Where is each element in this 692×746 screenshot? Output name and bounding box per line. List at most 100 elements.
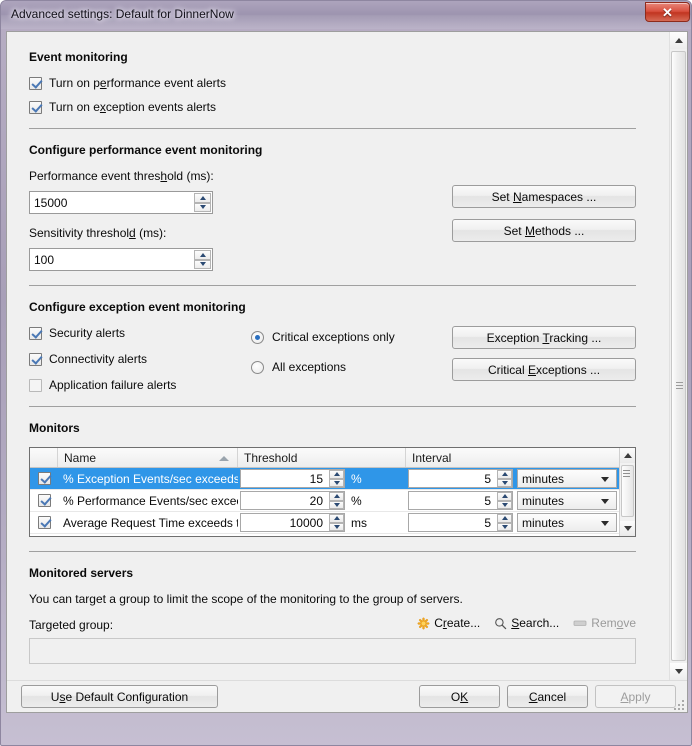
spinner-up-icon[interactable] bbox=[194, 250, 211, 260]
row-interval-cell[interactable]: minutes bbox=[406, 490, 620, 511]
row-threshold-spinner[interactable] bbox=[240, 513, 345, 532]
apply-button: Apply bbox=[595, 685, 676, 708]
column-header-name[interactable]: Name bbox=[58, 448, 238, 467]
scroll-down-button[interactable] bbox=[670, 663, 687, 680]
targeted-group-field[interactable] bbox=[29, 638, 636, 664]
spinner-down-icon[interactable] bbox=[497, 478, 512, 487]
spinner-down-icon[interactable] bbox=[497, 522, 512, 531]
spinner-down-icon[interactable] bbox=[329, 500, 344, 509]
cancel-button[interactable]: Cancel bbox=[507, 685, 588, 708]
row-threshold-value[interactable] bbox=[241, 471, 325, 486]
spinner-performance-threshold[interactable] bbox=[194, 193, 211, 212]
row-interval-unit-dropdown[interactable]: minutes bbox=[517, 491, 617, 510]
scroll-thumb[interactable] bbox=[671, 51, 686, 661]
spinner-up-icon[interactable] bbox=[329, 470, 344, 479]
row-interval-unit-dropdown[interactable]: minutes bbox=[517, 469, 617, 488]
spinner-down-icon[interactable] bbox=[194, 259, 211, 269]
ok-button[interactable]: OK bbox=[419, 685, 500, 708]
row-interval-value[interactable] bbox=[409, 493, 493, 508]
checkbox-connectivity-alerts[interactable] bbox=[29, 352, 42, 366]
row-checkbox[interactable] bbox=[37, 472, 51, 485]
spinner-down-icon[interactable] bbox=[329, 522, 344, 531]
checkbox-security-alerts[interactable] bbox=[29, 326, 42, 340]
use-default-configuration-label: Use Default Configuration bbox=[50, 689, 189, 704]
grid-scroll-down-button[interactable] bbox=[620, 521, 635, 536]
column-header-select[interactable] bbox=[30, 448, 58, 467]
resize-grip-icon[interactable] bbox=[672, 698, 684, 710]
grid-scroll-up-button[interactable] bbox=[620, 448, 635, 463]
spinner-sensitivity-threshold[interactable] bbox=[194, 250, 211, 269]
row-threshold-spin-buttons[interactable] bbox=[329, 470, 344, 487]
checkbox-row-performance-alerts[interactable]: Turn on performance event alerts bbox=[29, 76, 636, 90]
row-threshold-cell[interactable]: % bbox=[238, 468, 406, 489]
spinner-up-icon[interactable] bbox=[329, 492, 344, 501]
critical-exceptions-button[interactable]: Critical Exceptions ... bbox=[452, 358, 636, 381]
performance-threshold-value[interactable] bbox=[30, 193, 190, 212]
search-group-link[interactable]: Search... bbox=[494, 616, 559, 630]
input-sensitivity-threshold[interactable] bbox=[29, 248, 213, 271]
radio-row-all-exceptions[interactable]: All exceptions bbox=[251, 360, 346, 374]
spinner-down-icon[interactable] bbox=[194, 202, 211, 212]
row-threshold-spin-buttons[interactable] bbox=[329, 492, 344, 509]
row-interval-cell[interactable]: minutes bbox=[406, 468, 620, 489]
checkbox-application-failure-alerts[interactable] bbox=[29, 378, 42, 392]
spinner-up-icon[interactable] bbox=[194, 193, 211, 203]
close-button[interactable]: ✕ bbox=[645, 2, 690, 22]
row-threshold-cell[interactable]: ms bbox=[238, 512, 406, 533]
title-bar[interactable]: Advanced settings: Default for DinnerNow… bbox=[1, 1, 691, 29]
spinner-up-icon[interactable] bbox=[329, 514, 344, 523]
spinner-down-icon[interactable] bbox=[329, 478, 344, 487]
set-namespaces-button[interactable]: Set Namespaces ... bbox=[452, 185, 636, 208]
monitors-grid-scrollbar[interactable] bbox=[619, 448, 635, 536]
spinner-down-icon[interactable] bbox=[497, 500, 512, 509]
table-row[interactable]: % Exception Events/sec exceeds ... % bbox=[30, 468, 635, 490]
row-interval-spinner[interactable] bbox=[408, 513, 513, 532]
sensitivity-threshold-value[interactable] bbox=[30, 250, 190, 269]
row-interval-spinner[interactable] bbox=[408, 469, 513, 488]
row-select-cell[interactable] bbox=[30, 512, 58, 533]
exception-tracking-button[interactable]: Exception Tracking ... bbox=[452, 326, 636, 349]
column-header-interval[interactable]: Interval bbox=[406, 448, 620, 467]
dialog-scrollbar[interactable] bbox=[669, 32, 687, 680]
row-interval-spin-buttons[interactable] bbox=[497, 514, 512, 531]
radio-label-critical-exceptions-only: Critical exceptions only bbox=[272, 330, 395, 344]
checkbox-performance-event-alerts[interactable] bbox=[29, 76, 42, 90]
radio-all-exceptions[interactable] bbox=[251, 360, 264, 374]
row-select-cell[interactable] bbox=[30, 468, 58, 489]
use-default-configuration-button[interactable]: Use Default Configuration bbox=[21, 685, 218, 708]
row-name-cell[interactable]: Average Request Time exceeds th... bbox=[58, 512, 238, 533]
checkbox-exception-events-alerts[interactable] bbox=[29, 100, 42, 114]
row-threshold-value[interactable] bbox=[241, 493, 325, 508]
row-threshold-spin-buttons[interactable] bbox=[329, 514, 344, 531]
spinner-up-icon[interactable] bbox=[497, 492, 512, 501]
create-group-link[interactable]: Create... bbox=[417, 616, 480, 630]
table-row[interactable]: % Performance Events/sec excee... % bbox=[30, 490, 635, 512]
spinner-up-icon[interactable] bbox=[497, 514, 512, 523]
row-interval-cell[interactable]: minutes bbox=[406, 512, 620, 533]
row-interval-value[interactable] bbox=[409, 471, 493, 486]
row-threshold-spinner[interactable] bbox=[240, 491, 345, 510]
row-threshold-value[interactable] bbox=[241, 515, 325, 530]
row-interval-unit-dropdown[interactable]: minutes bbox=[517, 513, 617, 532]
row-select-cell[interactable] bbox=[30, 490, 58, 511]
checkbox-row-exception-alerts[interactable]: Turn on exception events alerts bbox=[29, 100, 636, 114]
row-threshold-cell[interactable]: % bbox=[238, 490, 406, 511]
input-performance-threshold[interactable] bbox=[29, 191, 213, 214]
row-checkbox[interactable] bbox=[37, 494, 51, 507]
radio-row-critical-exceptions-only[interactable]: Critical exceptions only bbox=[251, 330, 395, 344]
row-threshold-spinner[interactable] bbox=[240, 469, 345, 488]
spinner-up-icon[interactable] bbox=[497, 470, 512, 479]
row-interval-value[interactable] bbox=[409, 515, 493, 530]
column-header-threshold[interactable]: Threshold bbox=[238, 448, 406, 467]
radio-critical-exceptions-only[interactable] bbox=[251, 330, 264, 344]
row-name-cell[interactable]: % Exception Events/sec exceeds ... bbox=[58, 468, 238, 489]
row-checkbox[interactable] bbox=[37, 516, 51, 529]
row-interval-spin-buttons[interactable] bbox=[497, 492, 512, 509]
monitors-grid[interactable]: Name Threshold Interval % Exception Even… bbox=[29, 447, 636, 537]
set-methods-button[interactable]: Set Methods ... bbox=[452, 219, 636, 242]
row-name-cell[interactable]: % Performance Events/sec excee... bbox=[58, 490, 238, 511]
scroll-up-button[interactable] bbox=[670, 32, 687, 49]
row-interval-spinner[interactable] bbox=[408, 491, 513, 510]
table-row[interactable]: Average Request Time exceeds th... ms bbox=[30, 512, 635, 534]
row-interval-spin-buttons[interactable] bbox=[497, 470, 512, 487]
